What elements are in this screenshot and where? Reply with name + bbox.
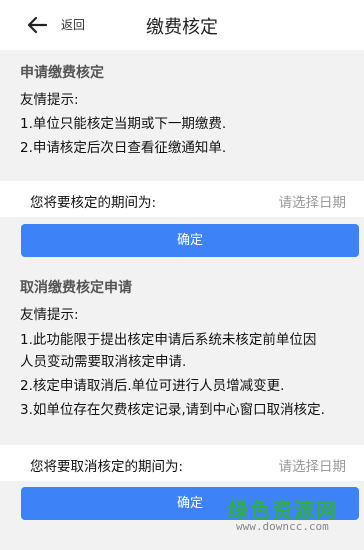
apply-tip-heading: 友情提示: (20, 92, 79, 108)
apply-tip-2: 2.申请核定后次日查看征缴通知单. (20, 140, 227, 156)
cancel-period-row[interactable]: 您将要取消核定的期间为: 请选择日期 (0, 445, 364, 481)
watermark-logo: 绿色资源网 (228, 498, 338, 522)
cancel-tip-1: 1.此功能限于提出核定申请后系统未核定前单位因 (20, 332, 317, 348)
apply-tip-1: 1.单位只能核定当期或下一期缴费. (20, 116, 227, 132)
apply-date-picker[interactable]: 请选择日期 (279, 191, 347, 211)
cancel-tip-heading: 友情提示: (20, 307, 79, 323)
apply-confirm-button[interactable]: 确定 (21, 224, 359, 257)
cancel-tip-1-cont: 人员变动需要取消核定申请. (20, 354, 187, 370)
cancel-date-picker[interactable]: 请选择日期 (279, 455, 347, 475)
apply-period-label: 您将要核定的期间为: (30, 195, 157, 211)
apply-section-title: 申请缴费核定 (20, 65, 104, 81)
apply-period-row[interactable]: 您将要核定的期间为: 请选择日期 (0, 181, 364, 217)
watermark: 绿色资源网 www.downcc.com (228, 490, 364, 550)
watermark-url: www.downcc.com (236, 520, 329, 533)
page-title: 缴费核定 (146, 17, 218, 38)
cancel-tip-3: 3.如单位存在欠费核定记录,请到中心窗口取消核定. (20, 402, 325, 418)
cancel-section-title: 取消缴费核定申请 (20, 280, 132, 296)
cancel-period-label: 您将要取消核定的期间为: (30, 459, 184, 475)
top-bar: 返回 缴费核定 (0, 0, 364, 50)
cancel-tip-2: 2.核定申请取消后.单位可进行人员增减变更. (20, 378, 285, 394)
